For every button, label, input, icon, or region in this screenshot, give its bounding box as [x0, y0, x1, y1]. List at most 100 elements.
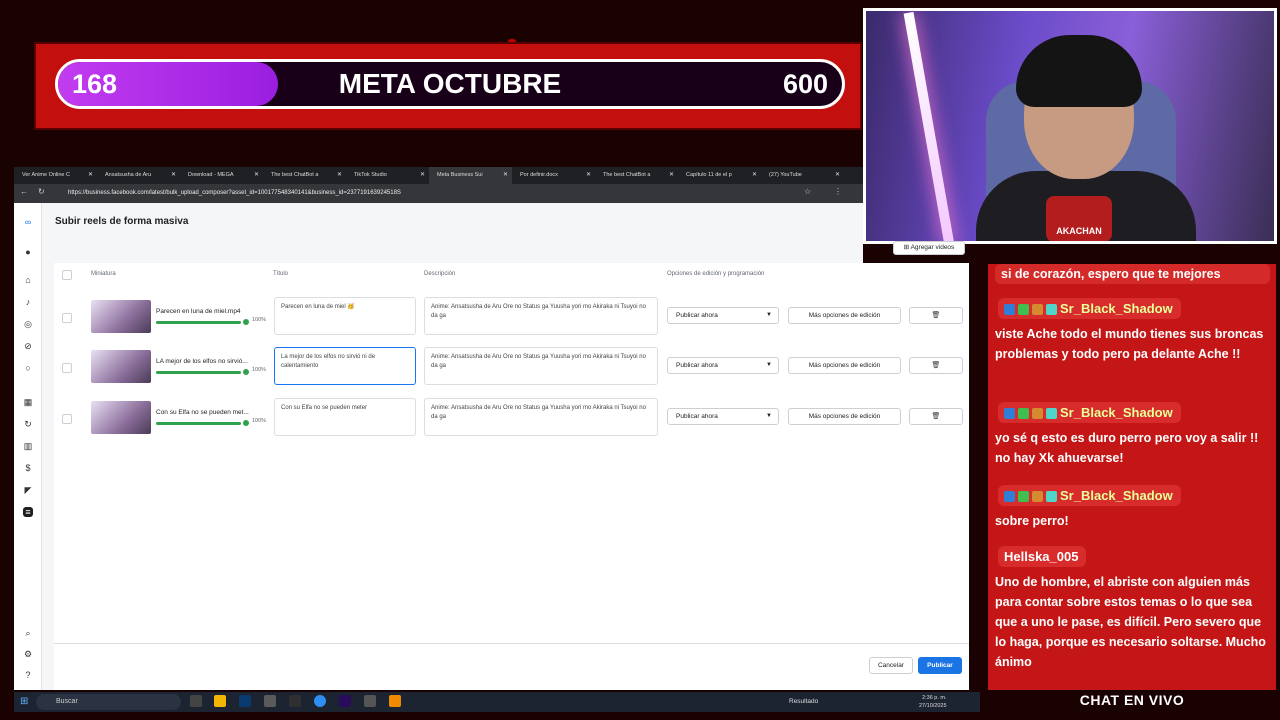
money-icon[interactable]: $ [23, 463, 33, 473]
description-input[interactable]: Anime: Ansatsusha de Aru Ore no Status g… [424, 398, 658, 436]
content-icon[interactable]: ○ [23, 363, 33, 373]
reload-icon[interactable]: ↻ [38, 187, 45, 196]
upload-progress-bar [156, 321, 241, 324]
plus-icon: ⊞ [903, 244, 911, 251]
search-icon[interactable]: ⌕ [23, 628, 33, 638]
compass-icon[interactable]: ◎ [23, 319, 33, 329]
vlc-icon[interactable] [389, 695, 401, 707]
schedule-value: Publicar ahora [676, 362, 718, 369]
star-icon[interactable]: ☆ [804, 187, 811, 196]
close-icon[interactable]: ✕ [503, 167, 508, 184]
close-icon[interactable]: ✕ [835, 167, 840, 184]
windows-start-icon[interactable]: ⊞ [20, 696, 28, 707]
insights-icon[interactable]: ▥ [23, 441, 33, 451]
add-videos-button[interactable]: ⊞ Agregar videos [893, 241, 965, 255]
chat-username: Sr_Black_Shadow [998, 402, 1181, 423]
title-input[interactable]: Con su Elfa no se pueden meter [274, 398, 416, 436]
row-checkbox[interactable] [62, 313, 72, 323]
upload-progress-bar [156, 371, 241, 374]
username-label: Hellska_005 [1004, 549, 1079, 564]
browser-tab[interactable]: Ansatsusha de Aru ✕ [97, 167, 180, 184]
app-icon[interactable] [364, 695, 376, 707]
browser-tab[interactable]: Ver Anime Online C ✕ [14, 167, 97, 184]
browser-tab[interactable]: The best ChatBot a ✕ [263, 167, 346, 184]
badge-icon [1018, 304, 1029, 316]
title-input[interactable]: Parecen en luna de miel 🥳 [274, 297, 416, 335]
tab-label: Por definir.docx [520, 172, 558, 178]
close-icon[interactable]: ✕ [88, 167, 93, 184]
more-edit-options-button[interactable]: Más opciones de edición [788, 357, 901, 374]
delete-button[interactable]: 🗑 [909, 307, 963, 324]
page-title: Subir reels de forma masiva [55, 216, 189, 227]
close-icon[interactable]: ✕ [337, 167, 342, 184]
trash-icon: 🗑 [931, 413, 941, 420]
schedule-select[interactable]: Publicar ahora ▼ [667, 357, 779, 374]
select-all-checkbox[interactable] [62, 270, 72, 280]
shirt-logo: AKACHAN [1046, 196, 1112, 241]
chrome-icon[interactable] [314, 695, 326, 707]
task-view-icon[interactable] [190, 695, 202, 707]
close-icon[interactable]: ✕ [752, 167, 757, 184]
meta-logo-icon[interactable]: ∞ [23, 217, 33, 227]
search-placeholder: Buscar [56, 698, 78, 705]
browser-tab-active[interactable]: Meta Business Sui ✕ [429, 167, 512, 184]
goal-max: 600 [782, 69, 828, 99]
back-icon[interactable]: ← [20, 187, 28, 196]
home-icon[interactable]: ⌂ [23, 275, 33, 285]
more-edit-options-button[interactable]: Más opciones de edición [788, 307, 901, 324]
row-checkbox[interactable] [62, 414, 72, 424]
schedule-select[interactable]: Publicar ahora ▼ [667, 408, 779, 425]
obs-icon[interactable] [289, 695, 301, 707]
title-input-focused[interactable]: La mejor de los elfos no sirvió ni de ca… [274, 347, 416, 385]
tray-result[interactable]: Resultado [789, 692, 818, 712]
row-checkbox[interactable] [62, 363, 72, 373]
ads-icon[interactable]: ⊘ [23, 341, 33, 351]
check-icon [243, 420, 249, 426]
browser-tab[interactable]: Por definir.docx ✕ [512, 167, 595, 184]
close-icon[interactable]: ✕ [254, 167, 259, 184]
browser-tab[interactable]: TikTok Studio ✕ [346, 167, 429, 184]
badge-icon [1018, 491, 1029, 503]
browser-tab[interactable]: (27) YouTube ✕ [761, 167, 844, 184]
extensions-icon[interactable]: ⋮ [834, 187, 842, 196]
check-icon [243, 369, 249, 375]
browser-tab[interactable]: The best ChatBot a ✕ [595, 167, 678, 184]
photoshop-icon[interactable] [239, 695, 251, 707]
chevron-down-icon: ▼ [766, 312, 772, 318]
clock[interactable]: 2:36 p. m. 27/10/2025 [919, 694, 947, 710]
file-name: LA mejor de los elfos no sirvió... [156, 358, 248, 365]
schedule-select[interactable]: Publicar ahora ▼ [667, 307, 779, 324]
cancel-button[interactable]: Cancelar [869, 657, 913, 674]
bell-icon[interactable]: ♪ [23, 297, 33, 307]
help-icon[interactable]: ? [23, 670, 33, 680]
browser-tab[interactable]: Download - MEGA ✕ [180, 167, 263, 184]
menu-icon[interactable]: ≡ [23, 507, 33, 517]
url-field[interactable]: https://business.facebook.com/latest/bul… [68, 187, 788, 200]
file-explorer-icon[interactable] [214, 695, 226, 707]
close-icon[interactable]: ✕ [586, 167, 591, 184]
tools-icon[interactable]: ↻ [23, 419, 33, 429]
chat-message-text: Uno de hombre, el abriste con alguien má… [995, 575, 1266, 669]
taskbar-search[interactable]: Buscar [36, 694, 181, 710]
delete-button[interactable]: 🗑 [909, 357, 963, 374]
close-icon[interactable]: ✕ [420, 167, 425, 184]
badge-icon [1046, 408, 1057, 420]
premiere-icon[interactable] [339, 695, 351, 707]
app-icon[interactable] [264, 695, 276, 707]
gear-icon[interactable]: ⚙ [23, 649, 33, 659]
delete-button[interactable]: 🗑 [909, 408, 963, 425]
close-icon[interactable]: ✕ [669, 167, 674, 184]
check-icon [243, 319, 249, 325]
description-input[interactable]: Anime: Ansatsusha de Aru Ore no Status g… [424, 347, 658, 385]
more-edit-options-button[interactable]: Más opciones de edición [788, 408, 901, 425]
avatar-icon[interactable]: ● [23, 247, 33, 257]
file-name: Parecen en luna de miel.mp4 [156, 308, 241, 315]
calendar-icon[interactable]: ▦ [23, 397, 33, 407]
col-header-thumbnail: Miniatura [91, 271, 116, 277]
megaphone-icon[interactable]: ◤ [23, 485, 33, 495]
close-icon[interactable]: ✕ [171, 167, 176, 184]
publish-button[interactable]: Publicar [918, 657, 962, 674]
description-input[interactable]: Anime: Ansatsusha de Aru Ore no Status g… [424, 297, 658, 335]
browser-tab[interactable]: Capítulo 11 de el p ✕ [678, 167, 761, 184]
goal-title: META OCTUBRE [338, 68, 562, 99]
